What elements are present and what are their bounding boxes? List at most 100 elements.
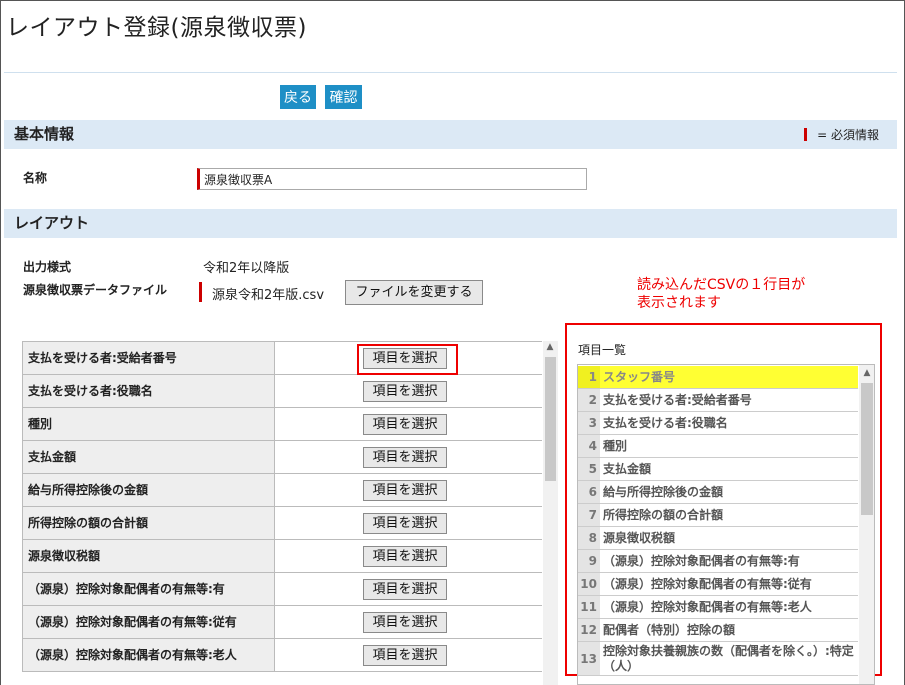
annotation-line-2: 表示されます bbox=[637, 295, 721, 311]
list-item-label: （源泉）控除対象配偶者の有無等:老人 bbox=[603, 600, 812, 614]
list-item[interactable]: 8 源泉徴収税額 bbox=[578, 527, 858, 550]
layout-header: レイアウト bbox=[4, 209, 897, 238]
list-item[interactable]: 13 控除対象扶養親族の数（配偶者を除く。）:特定（人） bbox=[578, 642, 858, 676]
list-item-number: 13 bbox=[578, 642, 600, 675]
change-file-button[interactable]: ファイルを変更する bbox=[345, 280, 483, 305]
mapping-row-label: 種別 bbox=[23, 408, 275, 440]
mapping-row-label: （源泉）控除対象配偶者の有無等:有 bbox=[23, 573, 275, 605]
annotation-note: 読み込んだCSVの１行目が 表示されます bbox=[637, 276, 805, 312]
list-item[interactable]: 10 （源泉）控除対象配偶者の有無等:従有 bbox=[578, 573, 858, 596]
table-row: 源泉徴収税額 項目を選択 bbox=[22, 540, 543, 573]
required-legend: = 必須情報 bbox=[804, 126, 879, 143]
table-row: （源泉）控除対象配偶者の有無等:従有 項目を選択 bbox=[22, 606, 543, 639]
list-item[interactable]: 3 支払を受ける者:役職名 bbox=[578, 412, 858, 435]
list-item-label: 支払金額 bbox=[603, 462, 652, 476]
mapping-row-action-cell: 項目を選択 bbox=[275, 408, 543, 440]
table-row: （源泉）控除対象配偶者の有無等:老人 項目を選択 bbox=[22, 639, 543, 672]
basic-info-header: 基本情報 bbox=[4, 120, 897, 149]
list-item[interactable]: 1 スタッフ番号 bbox=[578, 366, 858, 389]
list-item-number: 7 bbox=[578, 504, 600, 526]
list-item-label: 給与所得控除後の金額 bbox=[603, 485, 724, 499]
list-item[interactable]: 5 支払金額 bbox=[578, 458, 858, 481]
mapping-row-action-cell: 項目を選択 bbox=[275, 375, 543, 407]
output-style-label: 出力様式 bbox=[23, 260, 72, 274]
data-file-label: 源泉徴収票データファイル bbox=[23, 283, 168, 297]
list-item[interactable]: 6 給与所得控除後の金額 bbox=[578, 481, 858, 504]
list-item-number: 10 bbox=[578, 573, 600, 595]
table-row: 支払を受ける者:役職名 項目を選択 bbox=[22, 375, 543, 408]
list-item-label: 支払を受ける者:受給者番号 bbox=[603, 393, 752, 407]
output-style-value: 令和2年以降版 bbox=[203, 261, 290, 276]
item-list-title: 項目一覧 bbox=[578, 343, 627, 357]
select-item-button[interactable]: 項目を選択 bbox=[363, 480, 447, 501]
item-list-scroll-thumb[interactable] bbox=[861, 383, 873, 515]
list-item[interactable]: 12 配偶者（特別）控除の額 bbox=[578, 619, 858, 642]
list-item[interactable]: 9 （源泉）控除対象配偶者の有無等:有 bbox=[578, 550, 858, 573]
table-row: 種別 項目を選択 bbox=[22, 408, 543, 441]
mapping-row-label: 支払金額 bbox=[23, 441, 275, 473]
mapping-row-action-cell: 項目を選択 bbox=[275, 639, 543, 671]
mapping-row-label: （源泉）控除対象配偶者の有無等:老人 bbox=[23, 639, 275, 671]
mapping-row-action-cell: 項目を選択 bbox=[275, 540, 543, 572]
mapping-row-label: （源泉）控除対象配偶者の有無等:従有 bbox=[23, 606, 275, 638]
scroll-up-icon[interactable]: ▲ bbox=[860, 368, 874, 378]
table-row: 支払を受ける者:受給者番号 項目を選択 bbox=[22, 342, 543, 375]
annotation-line-1: 読み込んだCSVの１行目が bbox=[637, 277, 806, 293]
highlight-box bbox=[357, 344, 458, 375]
item-list: 1 スタッフ番号 2 支払を受ける者:受給者番号 3 支払を受ける者:役職名 4 種別 5 支払金… bbox=[577, 364, 875, 685]
list-item-number: 4 bbox=[578, 435, 600, 457]
required-marker-icon bbox=[804, 128, 808, 141]
select-item-button[interactable]: 項目を選択 bbox=[363, 579, 447, 600]
select-item-button[interactable]: 項目を選択 bbox=[363, 612, 447, 633]
name-field[interactable] bbox=[197, 168, 587, 190]
select-item-button[interactable]: 項目を選択 bbox=[363, 546, 447, 567]
mapping-row-action-cell: 項目を選択 bbox=[275, 606, 543, 638]
required-legend-text: = 必須情報 bbox=[817, 128, 879, 142]
list-item-label: 源泉徴収税額 bbox=[603, 531, 676, 545]
list-item-number: 6 bbox=[578, 481, 600, 503]
mapping-scrollbar[interactable]: ▲ bbox=[543, 341, 558, 685]
list-item-number: 2 bbox=[578, 389, 600, 411]
list-item-label: スタッフ番号 bbox=[603, 370, 676, 384]
page-title: レイアウト登録(源泉徴収票) bbox=[6, 15, 307, 41]
required-marker-icon bbox=[199, 282, 202, 302]
list-item-number: 9 bbox=[578, 550, 600, 572]
mapping-row-label: 源泉徴収税額 bbox=[23, 540, 275, 572]
list-item-number: 1 bbox=[578, 366, 600, 388]
table-row: 所得控除の額の合計額 項目を選択 bbox=[22, 507, 543, 540]
mapping-scroll-thumb[interactable] bbox=[545, 357, 556, 481]
table-row: 給与所得控除後の金額 項目を選択 bbox=[22, 474, 543, 507]
back-button[interactable]: 戻る bbox=[280, 85, 316, 109]
list-item-label: 配偶者（特別）控除の額 bbox=[603, 623, 736, 637]
confirm-button[interactable]: 確認 bbox=[325, 85, 362, 109]
list-item-label: 種別 bbox=[603, 439, 628, 453]
list-item-label: （源泉）控除対象配偶者の有無等:有 bbox=[603, 554, 800, 568]
list-item-label: 支払を受ける者:役職名 bbox=[603, 416, 728, 430]
list-item-number: 3 bbox=[578, 412, 600, 434]
list-item-number: 5 bbox=[578, 458, 600, 480]
list-item[interactable]: 11 （源泉）控除対象配偶者の有無等:老人 bbox=[578, 596, 858, 619]
list-item[interactable]: 4 種別 bbox=[578, 435, 858, 458]
mapping-row-label: 給与所得控除後の金額 bbox=[23, 474, 275, 506]
list-item[interactable]: 7 所得控除の額の合計額 bbox=[578, 504, 858, 527]
table-row: 支払金額 項目を選択 bbox=[22, 441, 543, 474]
list-item-number: 12 bbox=[578, 619, 600, 641]
scroll-up-icon[interactable]: ▲ bbox=[543, 342, 557, 352]
list-item-label: 控除対象扶養親族の数（配偶者を除く。）:特定（人） bbox=[603, 644, 854, 673]
mapping-row-action-cell: 項目を選択 bbox=[275, 507, 543, 539]
select-item-button[interactable]: 項目を選択 bbox=[363, 414, 447, 435]
mapping-row-action-cell: 項目を選択 bbox=[275, 441, 543, 473]
mapping-row-action-cell: 項目を選択 bbox=[275, 573, 543, 605]
item-list-scrollbar[interactable]: ▲ bbox=[859, 365, 874, 684]
mapping-row-action-cell: 項目を選択 bbox=[275, 474, 543, 506]
data-file-name: 源泉令和2年版.csv bbox=[212, 288, 325, 303]
mapping-row-label: 支払を受ける者:受給者番号 bbox=[23, 342, 275, 374]
mapping-row-label: 支払を受ける者:役職名 bbox=[23, 375, 275, 407]
select-item-button[interactable]: 項目を選択 bbox=[363, 645, 447, 666]
list-item-label: （源泉）控除対象配偶者の有無等:従有 bbox=[603, 577, 812, 591]
list-item-label: 所得控除の額の合計額 bbox=[603, 508, 724, 522]
select-item-button[interactable]: 項目を選択 bbox=[363, 381, 447, 402]
select-item-button[interactable]: 項目を選択 bbox=[363, 447, 447, 468]
select-item-button[interactable]: 項目を選択 bbox=[363, 513, 447, 534]
list-item[interactable]: 2 支払を受ける者:受給者番号 bbox=[578, 389, 858, 412]
